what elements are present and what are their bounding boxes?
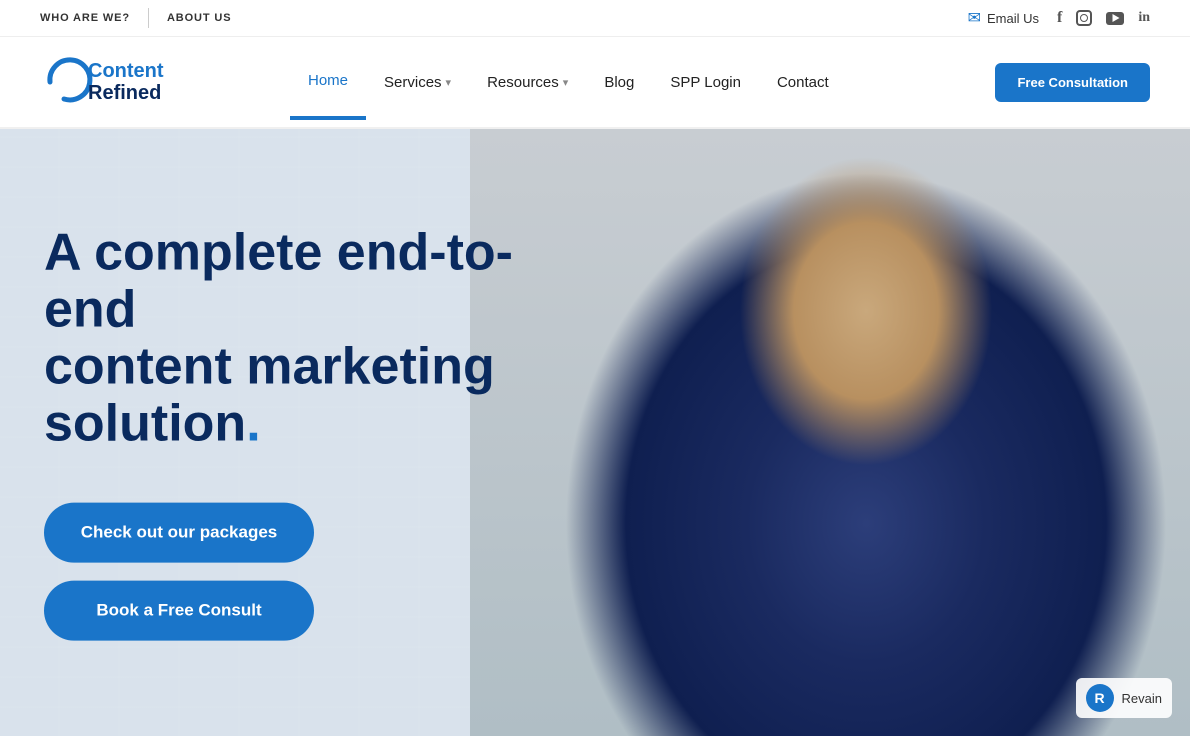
services-chevron-icon: ▾ <box>446 76 452 89</box>
hero-title-line3: solution <box>44 395 246 453</box>
person-photo <box>470 129 1190 736</box>
nav-services[interactable]: Services ▾ <box>366 46 469 119</box>
email-icon: ✉ <box>968 8 981 28</box>
instagram-icon[interactable] <box>1076 10 1092 26</box>
hero-title-dot: . <box>246 395 260 453</box>
nav-resources[interactable]: Resources ▾ <box>469 46 586 119</box>
hero-buttons: Check out our packages Book a Free Consu… <box>44 503 554 641</box>
book-consult-button[interactable]: Book a Free Consult <box>44 581 314 641</box>
hero-section: A complete end-to-end content marketing … <box>0 129 1190 736</box>
email-us[interactable]: ✉ Email Us <box>968 8 1039 28</box>
hero-title-line1: A complete end-to-end <box>44 223 513 338</box>
hero-title-line2: content marketing <box>44 338 495 396</box>
nav-contact[interactable]: Contact <box>759 46 847 119</box>
revain-label: Revain <box>1122 691 1162 706</box>
nav-home[interactable]: Home <box>290 44 366 120</box>
revain-icon: R <box>1086 684 1114 712</box>
nav-links: Home Services ▾ Resources ▾ Blog SPP Log… <box>290 44 995 120</box>
youtube-icon[interactable] <box>1106 12 1124 25</box>
social-icons: f in <box>1057 9 1150 27</box>
hero-content: A complete end-to-end content marketing … <box>44 224 554 641</box>
who-are-we-link[interactable]: WHO ARE WE? <box>40 8 149 28</box>
svg-text:Refined: Refined <box>88 82 161 104</box>
nav-blog[interactable]: Blog <box>586 46 652 119</box>
top-bar-right: ✉ Email Us f in <box>968 8 1150 28</box>
svg-text:Content: Content <box>88 60 164 82</box>
facebook-icon[interactable]: f <box>1057 9 1062 27</box>
revain-badge: R Revain <box>1076 678 1172 718</box>
email-us-label: Email Us <box>987 11 1039 26</box>
top-bar: WHO ARE WE? ABOUT US ✉ Email Us f in <box>0 0 1190 37</box>
top-bar-links: WHO ARE WE? ABOUT US <box>40 8 249 28</box>
hero-person-image <box>470 129 1190 736</box>
about-us-link[interactable]: ABOUT US <box>149 8 249 28</box>
nav-spp-login[interactable]: SPP Login <box>652 46 759 119</box>
linkedin-icon[interactable]: in <box>1138 10 1150 26</box>
check-packages-button[interactable]: Check out our packages <box>44 503 314 563</box>
main-nav: Content Refined Home Services ▾ Resource… <box>0 37 1190 129</box>
hero-title: A complete end-to-end content marketing … <box>44 224 554 453</box>
logo[interactable]: Content Refined <box>40 37 260 127</box>
resources-chevron-icon: ▾ <box>563 76 569 89</box>
free-consultation-button[interactable]: Free Consultation <box>995 63 1150 102</box>
